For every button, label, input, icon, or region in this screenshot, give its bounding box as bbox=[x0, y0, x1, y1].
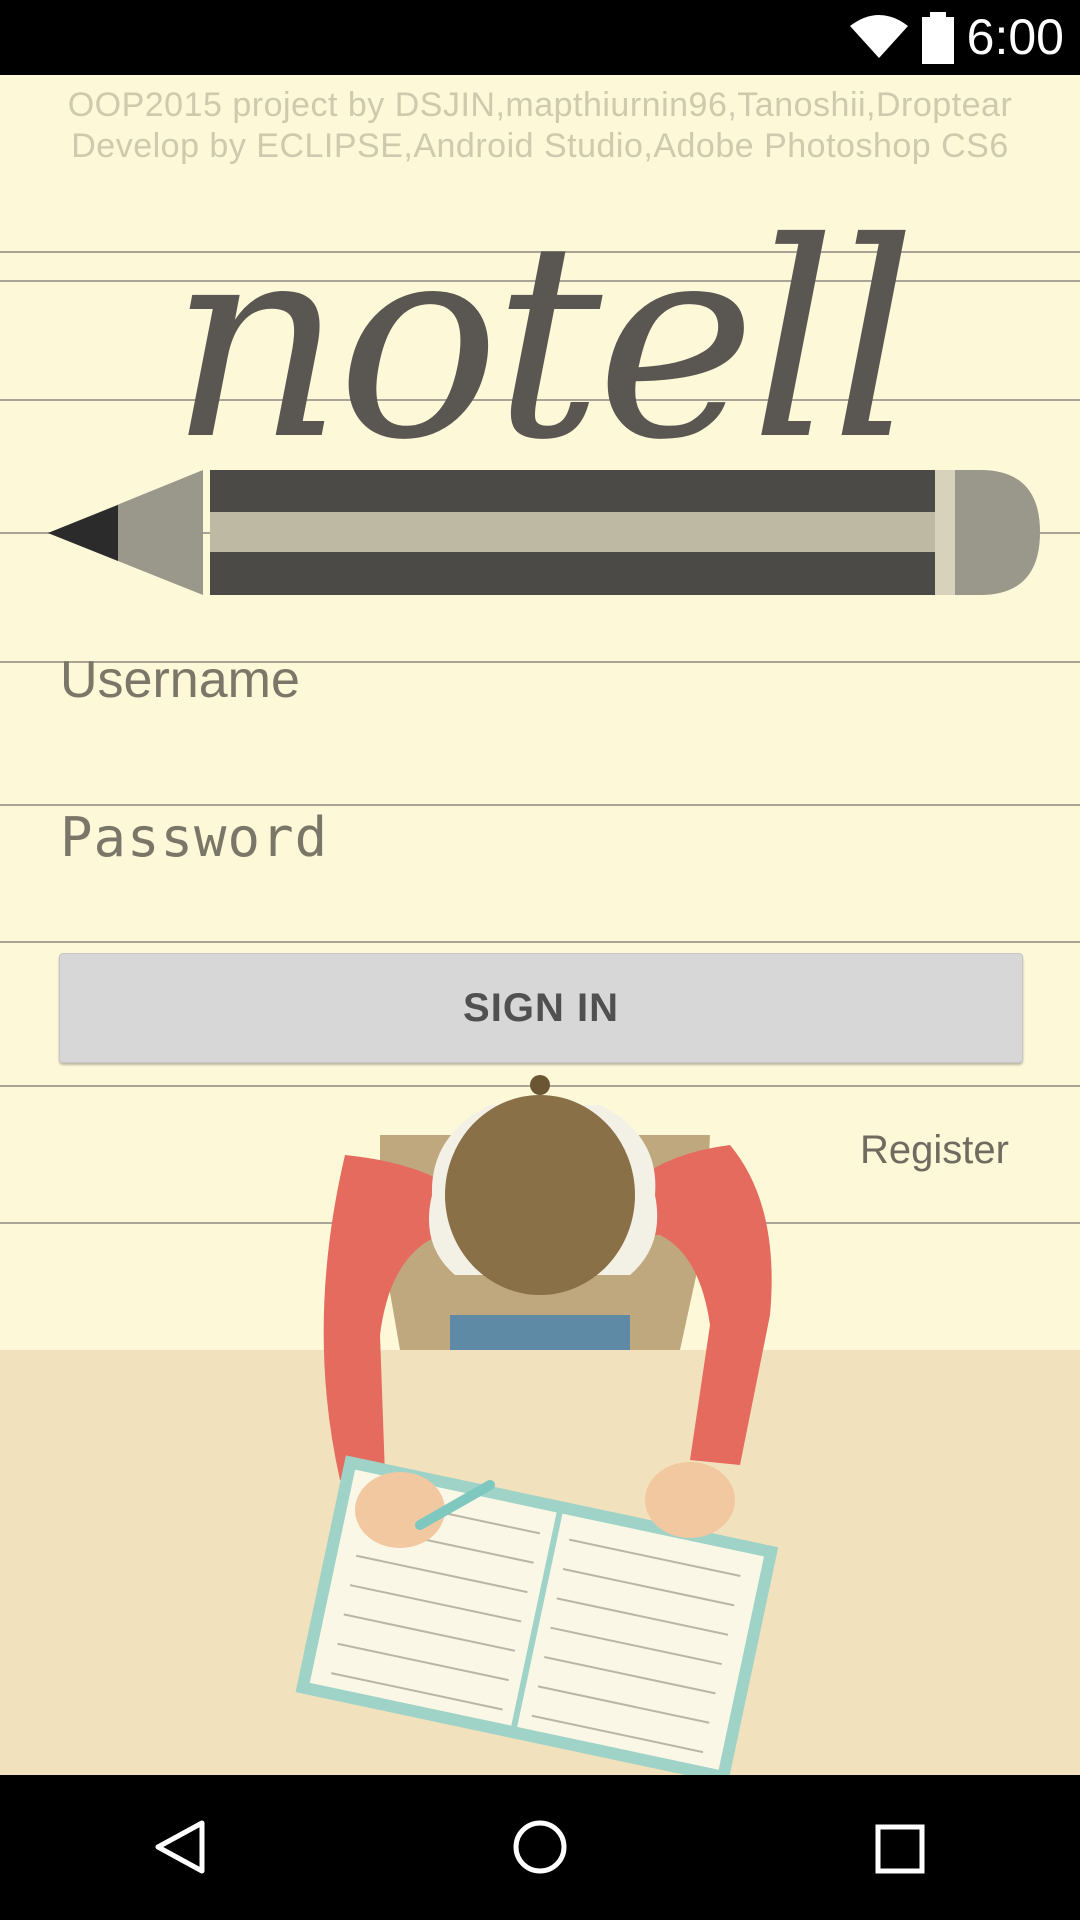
wifi-icon bbox=[850, 15, 908, 58]
navigation-bar bbox=[0, 1775, 1080, 1920]
battery-icon bbox=[922, 12, 954, 64]
back-icon[interactable] bbox=[150, 1817, 210, 1877]
student-illustration bbox=[295, 1075, 779, 1775]
status-bar: 6:00 bbox=[0, 0, 1080, 75]
clock: 6:00 bbox=[966, 9, 1064, 65]
home-icon[interactable] bbox=[510, 1817, 570, 1877]
register-link[interactable]: Register bbox=[860, 1128, 1009, 1173]
login-screen: OOP2015 project by DSJIN,mapthiurnin96,T… bbox=[0, 75, 1080, 1775]
recents-icon[interactable] bbox=[870, 1819, 930, 1879]
